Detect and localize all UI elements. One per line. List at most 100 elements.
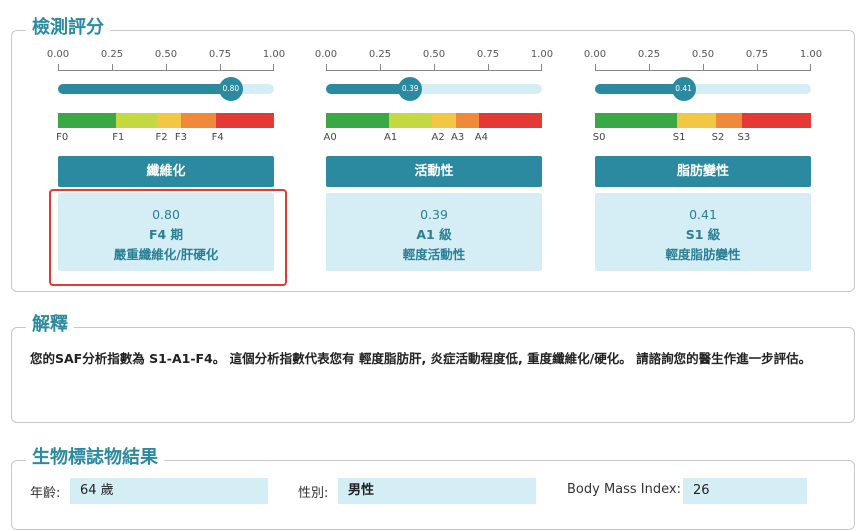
steatosis-stage-segment	[741, 113, 811, 128]
biomarker-section: 生物標誌物結果 年齡: 64 歲 性別: 男性 Body Mass Index:…	[11, 447, 856, 530]
fibrosis-tick-label: 0.75	[208, 49, 232, 60]
steatosis-tick-mark	[595, 64, 596, 70]
steatosis-slider-fill	[595, 84, 684, 94]
steatosis-stage-segment	[677, 113, 716, 128]
score-section-title: 檢測評分	[26, 17, 110, 39]
activity-tick-label: 0.25	[368, 49, 392, 60]
activity-stage-label: A0	[323, 132, 337, 143]
explain-section: 解釋 您的SAF分析指數為 S1-A1-F4。 這個分析指數代表您有 輕度脂肪肝…	[11, 314, 855, 423]
fibrosis-stage-segment	[157, 113, 182, 128]
activity-scale: 0.00 0.25 0.50 0.75 1.00	[315, 49, 553, 73]
fibrosis-tick-mark	[273, 64, 274, 70]
activity-stage-segment	[479, 113, 542, 128]
fibrosis-stage-segment	[215, 113, 274, 128]
activity-header: 活動性	[326, 156, 542, 187]
steatosis-stage-label: S1	[672, 132, 686, 143]
fibrosis-tick-label: 0.50	[154, 49, 178, 60]
steatosis-result-desc: 輕度脂肪變性	[665, 247, 741, 262]
age-value: 64 歲	[70, 478, 268, 504]
explain-section-title: 解釋	[26, 314, 74, 336]
fibrosis-slider-fill	[58, 84, 231, 94]
steatosis-header: 脂肪變性	[595, 156, 811, 187]
activity-slider: 0.39	[326, 77, 542, 101]
activity-tick-mark	[380, 64, 381, 70]
fibrosis-stage-segment	[116, 113, 158, 128]
fibrosis-tick-label: 1.00	[262, 49, 286, 60]
activity-tick-label: 0.75	[476, 49, 500, 60]
fibrosis-stage-label: F0	[56, 132, 69, 143]
bmi-value: 26	[683, 478, 807, 504]
steatosis-result-stage: S1 級	[685, 227, 721, 242]
fibrosis-tick-label: 0.25	[100, 49, 124, 60]
steatosis-tick-label: 0.50	[691, 49, 715, 60]
activity-slider-knob: 0.39	[398, 77, 423, 101]
activity-stage-label: A3	[450, 132, 465, 143]
score-section: 檢測評分 0.00 0.25 0.50 0.75 1.00 0.80 F0 F1 F2 F3 F…	[11, 17, 855, 292]
steatosis-scale: 0.00 0.25 0.50 0.75 1.00	[584, 49, 822, 73]
fibrosis-tick-mark	[112, 64, 113, 70]
steatosis-tick-mark	[649, 64, 650, 70]
activity-tick-label: 0.50	[422, 49, 446, 60]
steatosis-stage-label: S2	[711, 132, 725, 143]
activity-tick-mark	[488, 64, 489, 70]
steatosis-tick-label: 1.00	[799, 49, 823, 60]
fibrosis-scale: 0.00 0.25 0.50 0.75 1.00	[47, 49, 285, 73]
fibrosis-scale-axis	[58, 70, 274, 71]
fibrosis-stage-label: F4	[211, 132, 224, 143]
steatosis-slider: 0.41	[595, 77, 811, 101]
steatosis-stage-segment	[595, 113, 678, 128]
fibrosis-stage-label: F1	[112, 132, 125, 143]
age-label: 年齡:	[30, 486, 61, 501]
biomarker-row: 年齡: 64 歲 性別: 男性 Body Mass Index: 26	[12, 478, 856, 504]
activity-result-value: 0.39	[420, 207, 448, 222]
fibrosis-stage-colorbar	[58, 113, 274, 128]
fibrosis-tick-mark	[58, 64, 59, 70]
activity-stage-label: A1	[384, 132, 398, 143]
fibrosis-stage-segment	[58, 113, 117, 128]
activity-stage-label: A4	[474, 132, 488, 143]
activity-stage-segment	[326, 113, 389, 128]
activity-tick-mark	[434, 64, 435, 70]
fibrosis-tick-mark	[220, 64, 221, 70]
steatosis-tick-label: 0.00	[583, 49, 607, 60]
activity-stage-segment	[455, 113, 480, 128]
activity-result-stage: A1 級	[416, 227, 452, 242]
explain-text: 您的SAF分析指數為 S1-A1-F4。 這個分析指數代表您有 輕度脂肪肝, 炎…	[30, 351, 812, 366]
activity-scale-axis	[326, 70, 542, 71]
steatosis-tick-mark	[757, 64, 758, 70]
activity-tick-label: 0.00	[314, 49, 338, 60]
steatosis-result-value: 0.41	[689, 207, 717, 222]
activity-stage-segment	[388, 113, 432, 128]
activity-stage-label: A2	[431, 132, 445, 143]
steatosis-stage-colorbar	[595, 113, 811, 128]
fibrosis-tick-label: 0.00	[46, 49, 70, 60]
fibrosis-slider-knob: 0.80	[218, 77, 243, 101]
steatosis-result: 0.41 S1 級 輕度脂肪變性	[595, 193, 811, 271]
fibrosis-stage-label: F2	[155, 132, 168, 143]
steatosis-tick-label: 0.25	[637, 49, 661, 60]
fibrosis-stage-label: F3	[174, 132, 188, 143]
biomarker-section-title: 生物標誌物結果	[26, 447, 164, 469]
activity-tick-mark	[541, 64, 542, 70]
activity-tick-label: 1.00	[530, 49, 554, 60]
fibrosis-highlight-box	[49, 189, 287, 286]
activity-stage-colorbar	[326, 113, 542, 128]
bmi-label: Body Mass Index:	[567, 482, 681, 497]
fibrosis-slider: 0.80	[58, 77, 274, 101]
activity-result-desc: 輕度活動性	[402, 247, 466, 262]
fibrosis-stage-segment	[181, 113, 216, 128]
fibrosis-tick-mark	[166, 64, 167, 70]
fibrosis-header: 纖維化	[58, 156, 274, 187]
steatosis-stage-label: S3	[737, 132, 751, 143]
sex-value: 男性	[338, 478, 536, 504]
sex-label: 性別:	[298, 486, 329, 501]
steatosis-stage-label: S0	[592, 132, 606, 143]
activity-result: 0.39 A1 級 輕度活動性	[326, 193, 542, 271]
steatosis-scale-axis	[595, 70, 811, 71]
steatosis-stage-segment	[715, 113, 742, 128]
activity-tick-mark	[326, 64, 327, 70]
steatosis-tick-label: 0.75	[745, 49, 769, 60]
activity-stage-segment	[431, 113, 456, 128]
steatosis-tick-mark	[703, 64, 704, 70]
steatosis-tick-mark	[810, 64, 811, 70]
